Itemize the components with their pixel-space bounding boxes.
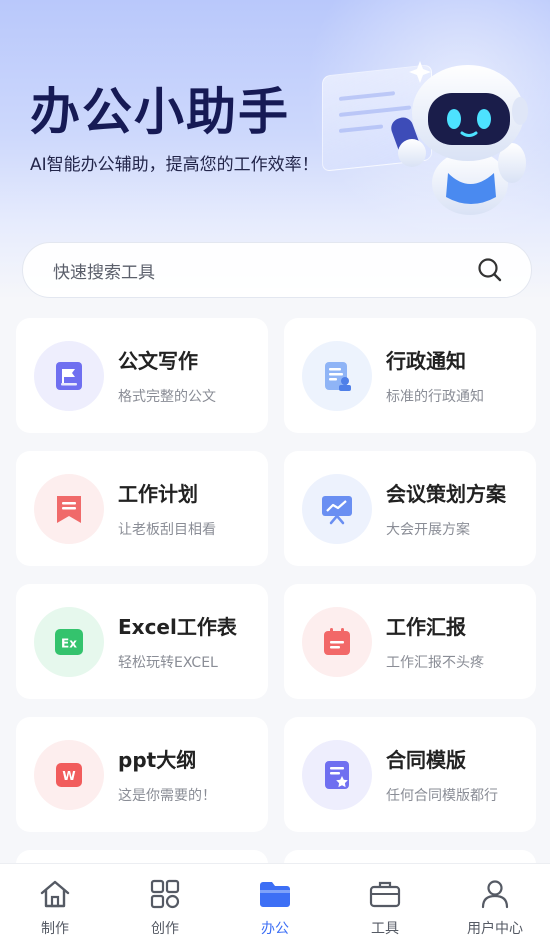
tab-label: 工具 — [371, 921, 399, 937]
tool-title: 合同模版 — [386, 748, 466, 772]
tool-card-work-plan[interactable]: 工作计划 让老板刮目相看 — [16, 451, 268, 566]
tool-icon-bg — [302, 340, 372, 411]
tool-card-excel[interactable]: Ex Excel工作表 轻松玩转EXCEL — [16, 584, 268, 699]
tool-desc: 轻松玩转EXCEL — [118, 655, 218, 671]
bottom-tab-bar: 制作 创作 办公 工具 用户中心 — [0, 863, 550, 949]
tool-title: 工作计划 — [118, 482, 198, 506]
tool-grid: 公文写作 格式完整的公文 行政通知 标准的行政通知 工作计划 让老板刮目相看 会… — [16, 318, 536, 832]
tool-card-contract-template[interactable]: 合同模版 任何合同模版都行 — [284, 717, 536, 832]
tool-icon-bg — [34, 473, 104, 544]
notice-doc-icon — [325, 361, 351, 391]
robot-mascot-icon — [391, 61, 528, 215]
svg-text:Ex: Ex — [61, 636, 77, 650]
tab-user-center[interactable]: 用户中心 — [440, 864, 550, 949]
tool-desc: 工作汇报不头疼 — [386, 655, 484, 671]
tool-title: 会议策划方案 — [386, 482, 506, 506]
tool-title: 行政通知 — [386, 349, 466, 373]
search-icon[interactable] — [477, 257, 503, 283]
tab-make[interactable]: 制作 — [0, 864, 110, 949]
presentation-chart-icon — [322, 495, 352, 524]
folder-icon — [260, 882, 290, 907]
tab-label: 办公 — [261, 921, 289, 937]
tool-icon-bg: Ex — [34, 606, 104, 677]
tool-desc: 格式完整的公文 — [118, 389, 216, 405]
tool-card-admin-notice[interactable]: 行政通知 标准的行政通知 — [284, 318, 536, 433]
ppt-word-icon: W — [56, 762, 82, 787]
svg-text:W: W — [62, 769, 75, 783]
flag-doc-icon — [56, 361, 82, 390]
page-subtitle: AI智能办公辅助，提高您的工作效率！ — [30, 155, 319, 175]
page-title: 办公小助手 — [30, 83, 290, 141]
bookmark-list-icon — [57, 495, 81, 523]
home-icon — [40, 880, 70, 908]
tab-label: 制作 — [41, 921, 69, 937]
search-bar[interactable]: 快速搜索工具 — [22, 242, 532, 298]
tool-icon-bg — [302, 606, 372, 677]
tool-icon-bg — [302, 739, 372, 810]
tool-desc: 让老板刮目相看 — [118, 522, 216, 538]
tab-label: 创作 — [151, 921, 179, 937]
tab-office[interactable]: 办公 — [220, 864, 330, 949]
tool-card-work-report[interactable]: 工作汇报 工作汇报不头疼 — [284, 584, 536, 699]
grid-apps-icon — [150, 879, 180, 909]
tool-card-official-writing[interactable]: 公文写作 格式完整的公文 — [16, 318, 268, 433]
tool-title: 公文写作 — [118, 349, 198, 373]
calendar-report-icon — [324, 627, 350, 655]
user-icon — [481, 880, 509, 909]
tool-desc: 大会开展方案 — [386, 522, 470, 538]
tool-title: 工作汇报 — [386, 615, 466, 639]
tool-icon-bg — [302, 473, 372, 544]
tab-tools[interactable]: 工具 — [330, 864, 440, 949]
tool-icon-bg — [34, 340, 104, 411]
briefcase-icon — [369, 881, 401, 908]
tool-desc: 这是你需要的！ — [118, 788, 216, 804]
search-input[interactable]: 快速搜索工具 — [53, 258, 477, 283]
tab-create[interactable]: 创作 — [110, 864, 220, 949]
tool-icon-bg: W — [34, 739, 104, 810]
contract-star-icon — [325, 760, 349, 789]
excel-icon: Ex — [55, 628, 83, 655]
tab-label: 用户中心 — [467, 921, 523, 937]
tool-title: ppt大纲 — [118, 748, 197, 772]
tool-desc: 标准的行政通知 — [386, 389, 484, 405]
tool-desc: 任何合同模版都行 — [386, 788, 498, 804]
tool-title: Excel工作表 — [118, 615, 237, 639]
tool-card-meeting-plan[interactable]: 会议策划方案 大会开展方案 — [284, 451, 536, 566]
tool-card-ppt-outline[interactable]: W ppt大纲 这是你需要的！ — [16, 717, 268, 832]
